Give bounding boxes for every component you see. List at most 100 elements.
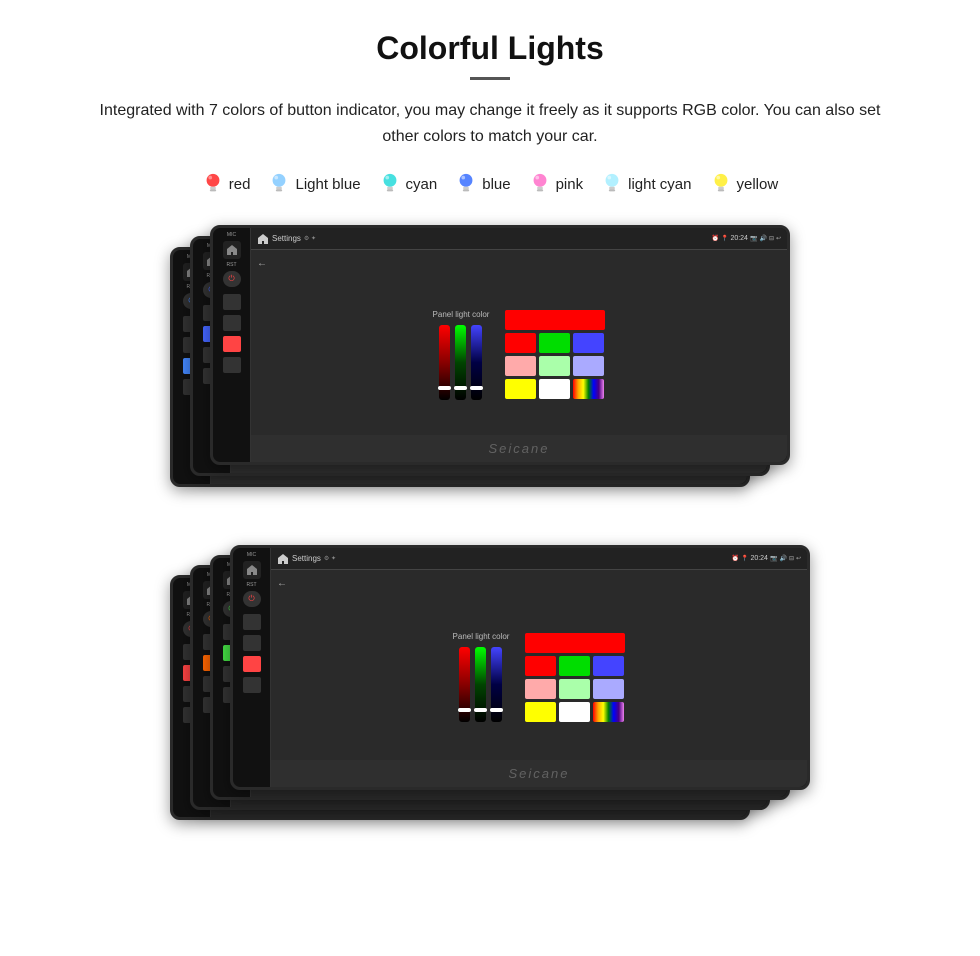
sidebar-btn-11[interactable] (223, 336, 241, 352)
color-item-lightcyan: light cyan (601, 171, 691, 197)
bot-topbar-4: Settings ⚙ ✦ ⏰ 📍 20:24 📷 🔊 ⊟ ↩ (271, 548, 807, 570)
color-label-cyan: cyan (406, 176, 438, 193)
color-cell-r (505, 333, 536, 353)
bot-loc-icon: 📍 (741, 555, 748, 562)
rst-label-3: RST (227, 262, 237, 268)
bot-bar-red (459, 647, 470, 722)
panel-light-section: Panel light color (433, 310, 490, 400)
bot-color-row4 (525, 702, 625, 722)
color-item-blue: blue (455, 171, 510, 197)
title-divider (470, 77, 510, 80)
window-icon: ⊟ (769, 235, 774, 242)
bot-vol-icon: 🔊 (779, 555, 786, 562)
home-btn-3[interactable] (223, 241, 241, 259)
color-label-red: red (229, 176, 251, 193)
sidebar-btn-10[interactable] (223, 315, 241, 331)
bot-cr4-y (525, 702, 556, 722)
color-label-yellow: yellow (737, 176, 779, 193)
color-cell-g (539, 333, 570, 353)
device-screen-3: MIC RST ⏻ (213, 228, 787, 462)
bot-panel-light-label: Panel light color (453, 632, 510, 641)
bot-home-icon-tb4 (277, 553, 289, 565)
bot-bar-green (475, 647, 486, 722)
power-btn-3[interactable]: ⏻ (223, 271, 241, 287)
back-icon: ↩ (776, 235, 781, 242)
bot-topbar-right: ⏰ 📍 20:24 📷 🔊 ⊟ ↩ (731, 555, 801, 562)
bot-cr4-w (559, 702, 590, 722)
bot-ind-blue (490, 708, 503, 712)
bot-topbar-icons: ⚙ ✦ (324, 555, 336, 562)
color-cell-w (539, 379, 570, 399)
bot-settings-content: Panel light color (271, 594, 807, 760)
bot-power-4[interactable]: ⏻ (243, 591, 261, 607)
bot-sb-16[interactable] (243, 677, 261, 693)
bot-ind-green (474, 708, 487, 712)
device-sidebar-3: MIC RST ⏻ (213, 228, 251, 462)
topbar-time: 20:24 (730, 235, 748, 242)
bar-red (439, 325, 450, 400)
topbar-home-icon-3 (257, 233, 269, 245)
color-cell-rainbow (573, 379, 604, 399)
bulb-icon-lightblue (268, 171, 290, 197)
bot-bar-blue (491, 647, 502, 722)
color-bars-container (439, 325, 482, 400)
bot-ind-red (458, 708, 471, 712)
bot-home-4[interactable] (243, 561, 261, 579)
watermark-3: Seicane (251, 435, 787, 462)
bot-rst-4: RST (247, 582, 257, 588)
bot-sb-15[interactable] (243, 656, 261, 672)
device-frame-3: MIC RST ⏻ (210, 225, 790, 465)
bot-main-4: Settings ⚙ ✦ ⏰ 📍 20:24 📷 🔊 ⊟ ↩ (271, 548, 807, 787)
sidebar-btn-12[interactable] (223, 357, 241, 373)
color-item-pink: pink (529, 171, 584, 197)
color-indicators: red Light blue cyan (40, 171, 940, 197)
bot-device-frame-4: MIC RST ⏻ (230, 545, 810, 790)
settings-title: Settings (272, 234, 301, 243)
color-cell-lb (573, 356, 604, 376)
color-label-blue: blue (482, 176, 510, 193)
top-device-section: MIC RST ⏻ (40, 225, 940, 515)
bot-sb-14[interactable] (243, 635, 261, 651)
bar-indicator-red (438, 386, 451, 390)
color-grid-container (505, 310, 605, 399)
bot-cr3-g (559, 679, 590, 699)
color-label-pink: pink (556, 176, 584, 193)
bot-device-screen-4: MIC RST ⏻ (233, 548, 807, 787)
bot-cr4-rainbow (593, 702, 624, 722)
bot-cam-icon: 📷 (770, 555, 777, 562)
top-device-stack: MIC RST ⏻ (170, 225, 810, 515)
bot-back-icon: ↩ (796, 555, 801, 562)
color-item-cyan: cyan (379, 171, 438, 197)
bot-cr3-r (525, 679, 556, 699)
panel-light-label: Panel light color (433, 310, 490, 319)
bulb-icon-blue (455, 171, 477, 197)
bot-back-arrow[interactable]: ← (277, 578, 287, 589)
color-row-3 (505, 356, 605, 376)
color-item-red: red (202, 171, 251, 197)
location-icon: 📍 (721, 235, 728, 242)
bot-mic-4: MIC (247, 552, 256, 558)
bottom-device-stack: MIC RST ⏻ (170, 545, 810, 845)
color-item-yellow: yellow (710, 171, 779, 197)
bot-cr2-b (593, 656, 624, 676)
color-cell-y (505, 379, 536, 399)
bot-color-grid (525, 633, 625, 722)
device-topbar-3: Settings ⚙ ✦ ⏰ 📍 20:24 📷 🔊 ⊟ ↩ (251, 228, 787, 250)
back-arrow[interactable]: ← (257, 258, 267, 269)
bot-color-row2 (525, 656, 625, 676)
color-label-lightblue: Light blue (295, 176, 360, 193)
sidebar-btn-9[interactable] (223, 294, 241, 310)
bar-indicator-green (454, 386, 467, 390)
topbar-right: ⏰ 📍 20:24 📷 🔊 ⊟ ↩ (711, 235, 781, 242)
alarm-icon: ⏰ (711, 235, 718, 242)
device-main-3: Settings ⚙ ✦ ⏰ 📍 20:24 📷 🔊 ⊟ ↩ (251, 228, 787, 462)
color-cell-lr (505, 356, 536, 376)
mic-label-3: MIC (227, 232, 236, 238)
settings-content: Panel light color (251, 274, 787, 435)
bar-blue (471, 325, 482, 400)
bot-win-icon: ⊟ (789, 555, 794, 562)
camera-icon: 📷 (750, 235, 757, 242)
bot-sb-13[interactable] (243, 614, 261, 630)
volume-icon: 🔊 (759, 235, 766, 242)
topbar-icons-3: ⚙ ✦ (304, 235, 316, 242)
